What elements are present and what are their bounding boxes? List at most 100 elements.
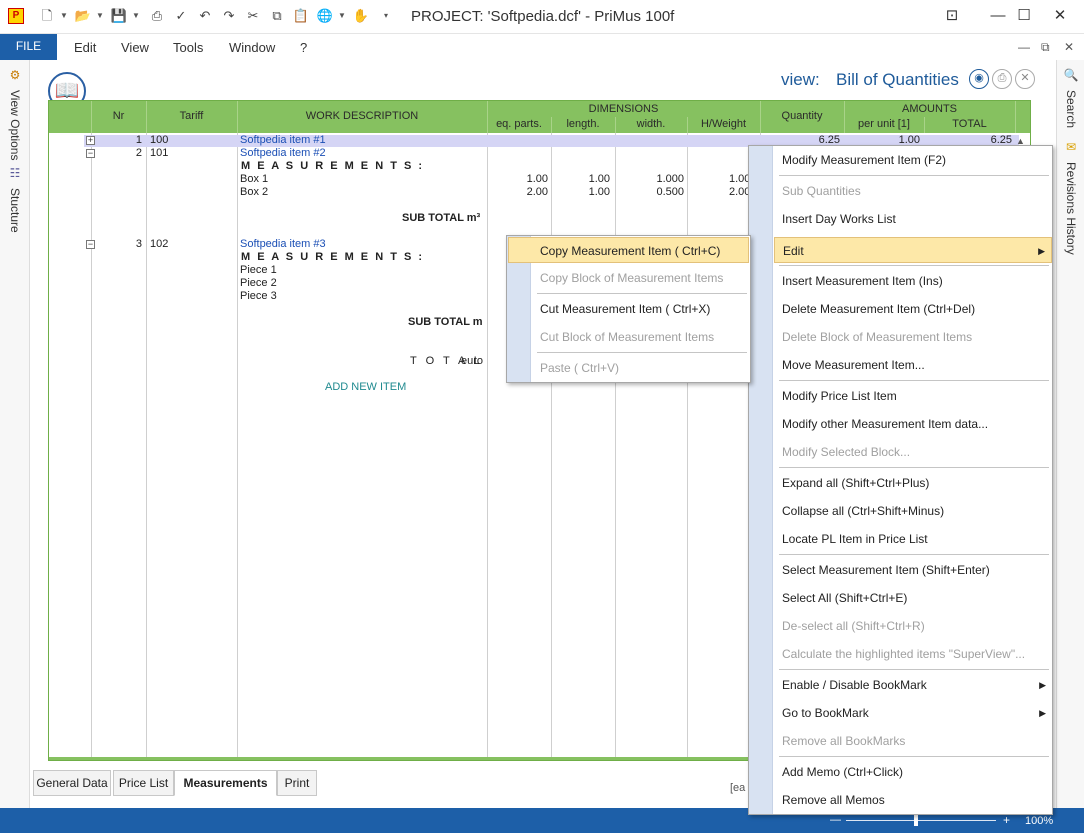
measurements-label: M E A S U R E M E N T S : bbox=[241, 251, 425, 263]
width-value: 0.500 bbox=[656, 186, 684, 198]
search-icon[interactable]: 🔍 bbox=[1063, 68, 1079, 82]
structure-tab[interactable]: Stucture bbox=[8, 188, 22, 233]
chevron-down-icon[interactable]: ▼ bbox=[132, 7, 140, 25]
new-document-icon[interactable]: 🗋 bbox=[38, 7, 56, 25]
mdi-restore-button[interactable]: ⧉ bbox=[1041, 40, 1050, 55]
file-menu[interactable]: FILE bbox=[0, 34, 57, 60]
menu-item-cut-measurement[interactable]: Cut Measurement Item ( Ctrl+X) bbox=[532, 296, 750, 322]
menu-item-delete-measurement[interactable]: Delete Measurement Item (Ctrl+Del) bbox=[774, 296, 1052, 322]
restore-view-icon[interactable]: ⊡ bbox=[937, 5, 967, 27]
redo-icon[interactable]: ↷ bbox=[220, 7, 238, 25]
header-work-description: WORK DESCRIPTION bbox=[305, 110, 419, 122]
zoom-level: 100% bbox=[1025, 815, 1054, 827]
menu-item-move-measurement[interactable]: Move Measurement Item... bbox=[774, 352, 1052, 378]
spellcheck-icon[interactable]: ✓ bbox=[172, 7, 190, 25]
menu-item-expand-all[interactable]: Expand all (Shift+Ctrl+Plus) bbox=[774, 470, 1052, 496]
measurement-line[interactable]: Piece 1 bbox=[240, 264, 277, 277]
tab-measurements[interactable]: Measurements bbox=[174, 770, 277, 796]
chevron-down-icon[interactable]: ▼ bbox=[60, 7, 68, 25]
collapse-icon[interactable]: − bbox=[86, 240, 95, 249]
menu-item-modify-other-data[interactable]: Modify other Measurement Item data... bbox=[774, 411, 1052, 437]
customize-toolbar-icon[interactable]: ▾ bbox=[384, 7, 388, 25]
print-preview-icon[interactable]: ⎙ bbox=[992, 69, 1012, 89]
tools-icon[interactable]: ✕ bbox=[1015, 69, 1035, 89]
menu-item-select-all[interactable]: Select All (Shift+Ctrl+E) bbox=[774, 585, 1052, 611]
print-icon[interactable]: ⎙ bbox=[148, 7, 166, 25]
measurement-line[interactable]: Piece 2 bbox=[240, 277, 277, 290]
paste-icon[interactable]: 📋 bbox=[292, 7, 310, 25]
cut-icon[interactable]: ✂ bbox=[244, 7, 262, 25]
tab-price-list[interactable]: Price List bbox=[113, 770, 174, 796]
header-length: length. bbox=[566, 118, 600, 130]
header-width: width. bbox=[636, 118, 666, 130]
maximize-button[interactable]: ☐ bbox=[1009, 5, 1039, 27]
zoom-out-icon[interactable]: — bbox=[830, 814, 841, 826]
undo-icon[interactable]: ↶ bbox=[196, 7, 214, 25]
tab-general-data[interactable]: General Data bbox=[33, 770, 111, 796]
save-icon[interactable]: 💾 bbox=[110, 7, 128, 25]
row-description-link[interactable]: Softpedia item #2 bbox=[240, 147, 326, 160]
zoom-slider-thumb[interactable] bbox=[914, 814, 918, 826]
window-title: PROJECT: 'Softpedia.dcf' - PriMus 100f bbox=[411, 8, 675, 25]
menu-item-copy-measurement[interactable]: Copy Measurement Item ( Ctrl+C) bbox=[508, 237, 749, 263]
chevron-right-icon: ▶ bbox=[1039, 708, 1046, 718]
menu-item-insert-day-works[interactable]: Insert Day Works List bbox=[774, 206, 1052, 232]
grid-header: Nr Tariff WORK DESCRIPTION DIMENSIONS eq… bbox=[49, 101, 1030, 133]
copy-icon[interactable]: ⧉ bbox=[268, 7, 286, 25]
menu-item-modify-measurement[interactable]: Modify Measurement Item (F2) bbox=[774, 147, 1052, 173]
zoom-slider[interactable] bbox=[846, 820, 996, 821]
menu-item-toggle-bookmark[interactable]: Enable / Disable BookMark ▶ bbox=[774, 672, 1052, 698]
mdi-close-button[interactable]: ✕ bbox=[1064, 40, 1074, 54]
close-button[interactable]: ✕ bbox=[1045, 5, 1075, 27]
menu-item-edit[interactable]: Edit ▶ bbox=[774, 237, 1052, 263]
menu-item-select-measurement[interactable]: Select Measurement Item (Shift+Enter) bbox=[774, 557, 1052, 583]
app-logo-icon[interactable]: P bbox=[8, 8, 24, 24]
revisions-history-tab[interactable]: Revisions History bbox=[1064, 162, 1078, 255]
add-new-item-link[interactable]: ADD NEW ITEM bbox=[325, 381, 406, 394]
open-folder-icon[interactable]: 📂 bbox=[74, 7, 92, 25]
menu-item-calculate-superview: Calculate the highlighted items "SuperVi… bbox=[782, 647, 1026, 661]
menu-item-go-to-bookmark[interactable]: Go to BookMark ▶ bbox=[774, 700, 1052, 726]
menu-item-locate-pl-item[interactable]: Locate PL Item in Price List bbox=[774, 526, 1052, 552]
menu-help[interactable]: ? bbox=[300, 40, 307, 55]
view-label: view: bbox=[781, 70, 820, 89]
mail-icon[interactable]: ✉ bbox=[1063, 140, 1079, 154]
row-description-link[interactable]: Softpedia item #3 bbox=[240, 238, 326, 251]
eye-icon[interactable]: ◉ bbox=[969, 69, 989, 89]
view-options-tab[interactable]: View Options bbox=[8, 90, 22, 160]
menu-item-paste: Paste ( Ctrl+V) bbox=[540, 361, 620, 375]
collapse-icon[interactable]: − bbox=[86, 149, 95, 158]
menu-item-remove-memos[interactable]: Remove all Memos bbox=[774, 787, 1052, 813]
chevron-down-icon[interactable]: ▼ bbox=[338, 7, 346, 25]
header-eq-parts: eq. parts. bbox=[496, 118, 542, 130]
menu-item-add-memo[interactable]: Add Memo (Ctrl+Click) bbox=[774, 759, 1052, 785]
globe-icon[interactable]: 🌐 bbox=[316, 7, 334, 25]
measurement-line[interactable]: Piece 3 bbox=[240, 290, 277, 303]
menu-item-insert-measurement[interactable]: Insert Measurement Item (Ins) bbox=[774, 268, 1052, 294]
header-total: TOTAL bbox=[952, 118, 987, 130]
menu-window[interactable]: Window bbox=[229, 40, 275, 55]
structure-icon[interactable]: ☷ bbox=[7, 166, 23, 180]
zoom-in-icon[interactable]: + bbox=[1003, 813, 1010, 827]
menu-tools[interactable]: Tools bbox=[173, 40, 203, 55]
tab-print[interactable]: Print bbox=[277, 770, 317, 796]
menu-item-cut-block: Cut Block of Measurement Items bbox=[540, 330, 715, 344]
row-nr: 2 bbox=[135, 147, 142, 159]
left-side-panel: ⚙ View Options ☷ Stucture bbox=[0, 60, 30, 808]
view-options-icon[interactable]: ⚙ bbox=[7, 68, 23, 82]
menu-view[interactable]: View bbox=[121, 40, 149, 55]
expand-icon[interactable]: + bbox=[86, 136, 95, 145]
touch-icon[interactable]: ✋ bbox=[352, 7, 370, 25]
measurement-line[interactable]: Box 1 bbox=[240, 173, 268, 186]
chevron-down-icon[interactable]: ▼ bbox=[96, 7, 104, 25]
menu-item-modify-price-list[interactable]: Modify Price List Item bbox=[774, 383, 1052, 409]
title-bar: P 🗋 ▼ 📂 ▼ 💾 ▼ ⎙ ✓ ↶ ↷ ✂ ⧉ 📋 🌐 ▼ ✋ ▾ PROJ… bbox=[0, 0, 1084, 34]
menu-bar: FILE Edit View Tools Window ? — ⧉ ✕ bbox=[0, 34, 1084, 60]
menu-item-delete-block: Delete Block of Measurement Items bbox=[782, 330, 973, 344]
mdi-minimize-button[interactable]: — bbox=[1018, 40, 1030, 54]
menu-edit[interactable]: Edit bbox=[74, 40, 96, 55]
menu-item-collapse-all[interactable]: Collapse all (Ctrl+Shift+Minus) bbox=[774, 498, 1052, 524]
measurement-line[interactable]: Box 2 bbox=[240, 186, 268, 199]
search-tab[interactable]: Search bbox=[1064, 90, 1078, 128]
row-description-link[interactable]: Softpedia item #1 bbox=[240, 134, 326, 147]
